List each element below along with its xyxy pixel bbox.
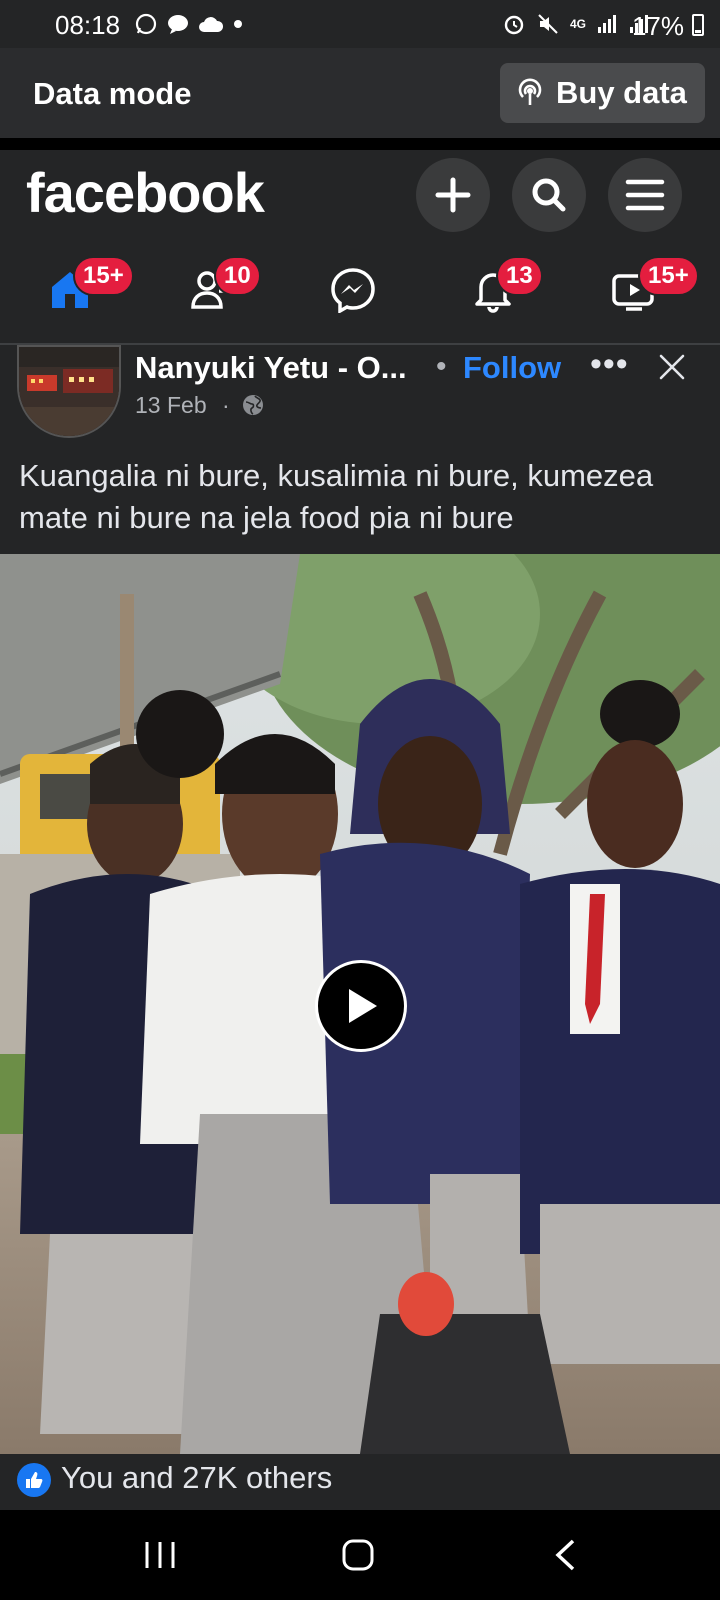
battery-icon bbox=[692, 14, 704, 36]
dot-icon bbox=[234, 20, 242, 28]
recent-apps-icon[interactable] bbox=[143, 1540, 177, 1570]
thumbs-up-icon bbox=[26, 1472, 43, 1488]
hamburger-menu-icon bbox=[625, 179, 665, 211]
page-avatar[interactable] bbox=[17, 345, 121, 438]
friends-badge: 10 bbox=[214, 256, 261, 296]
status-time: 08:18 bbox=[55, 10, 121, 40]
cloud-icon bbox=[199, 17, 224, 32]
status-bar: 08:18 4G 17% bbox=[0, 0, 720, 50]
like-reaction-icon bbox=[17, 1463, 51, 1497]
broadcast-icon bbox=[518, 78, 542, 105]
back-icon[interactable] bbox=[553, 1538, 577, 1572]
play-icon bbox=[349, 989, 377, 1023]
post-date: 13 Feb bbox=[135, 392, 207, 418]
home-badge: 15+ bbox=[73, 256, 134, 296]
search-icon bbox=[532, 178, 566, 212]
buy-data-label: Buy data bbox=[556, 75, 687, 110]
date-separator: · bbox=[222, 392, 230, 418]
author-separator: • bbox=[436, 350, 447, 383]
close-icon[interactable] bbox=[658, 353, 686, 381]
signal-icon bbox=[598, 15, 616, 33]
whatsapp-icon bbox=[135, 13, 157, 35]
battery-percentage: 17% bbox=[631, 11, 684, 41]
avatar-image bbox=[19, 347, 119, 436]
network-type: 4G bbox=[569, 17, 586, 31]
post-author[interactable]: Nanyuki Yetu - O... bbox=[135, 350, 407, 386]
facebook-logo: facebook bbox=[26, 161, 265, 224]
messenger-icon bbox=[331, 268, 375, 313]
more-options-icon[interactable]: ••• bbox=[590, 345, 629, 384]
chat-bubble-icon bbox=[168, 15, 188, 34]
likes-count: You and 27K others bbox=[61, 1460, 333, 1495]
system-navigation-bar bbox=[0, 1510, 720, 1600]
mute-icon bbox=[538, 14, 558, 34]
data-mode-label: Data mode bbox=[33, 76, 192, 111]
create-button[interactable] bbox=[416, 158, 490, 232]
alarm-icon bbox=[504, 15, 524, 35]
play-button[interactable] bbox=[315, 960, 407, 1052]
menu-button[interactable] bbox=[608, 158, 682, 232]
divider bbox=[0, 138, 720, 150]
globe-icon bbox=[243, 395, 263, 415]
home-nav-icon[interactable] bbox=[341, 1538, 375, 1572]
buy-data-button[interactable]: Buy data bbox=[500, 63, 705, 123]
notifications-badge: 13 bbox=[496, 256, 543, 296]
tab-messenger[interactable] bbox=[313, 260, 393, 320]
search-button[interactable] bbox=[512, 158, 586, 232]
post-text: Kuangalia ni bure, kusalimia ni bure, ku… bbox=[19, 458, 654, 535]
follow-button[interactable]: Follow bbox=[463, 350, 561, 386]
video-badge: 15+ bbox=[638, 256, 699, 296]
plus-icon bbox=[435, 177, 471, 213]
